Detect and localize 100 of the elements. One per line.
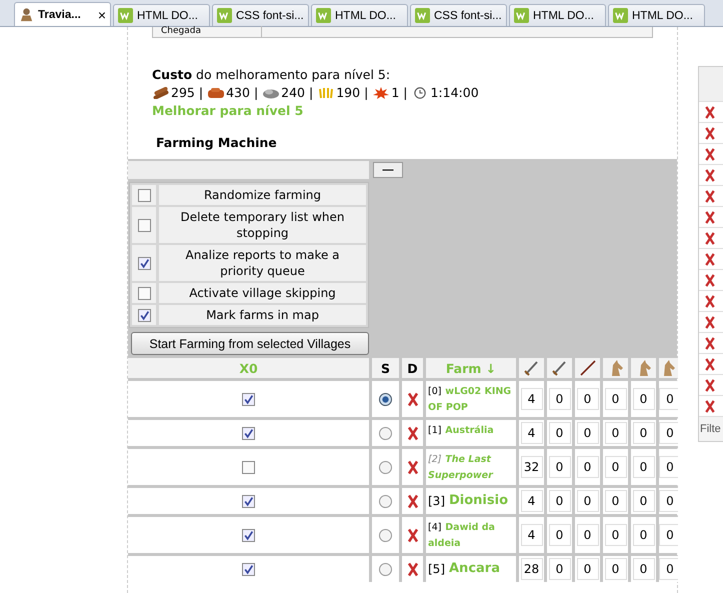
unit-count-field[interactable]: 28: [520, 558, 542, 580]
unit-count-field[interactable]: 4: [520, 524, 542, 546]
unit-count-field[interactable]: 0: [659, 490, 678, 512]
browser-tab[interactable]: HTML DO...: [509, 4, 606, 26]
unit-count-field[interactable]: 0: [576, 524, 598, 546]
resource-amount: 430: [226, 84, 250, 102]
unit-count-field[interactable]: 0: [632, 490, 654, 512]
delete-icon[interactable]: [406, 562, 418, 576]
radio-button[interactable]: [379, 460, 392, 474]
farm-link[interactable]: [1] Austrália: [426, 420, 516, 446]
checkbox[interactable]: [242, 494, 255, 508]
column-header: D: [402, 358, 423, 378]
delete-icon[interactable]: [406, 426, 418, 440]
wheat-icon: [317, 86, 336, 98]
unit-count-field[interactable]: 0: [604, 388, 626, 410]
option-label: Delete temporary list when stopping: [159, 207, 366, 243]
delete-icon[interactable]: [704, 294, 716, 308]
delete-icon[interactable]: [406, 392, 418, 406]
unit-count-field[interactable]: 0: [548, 558, 570, 580]
browser-tab[interactable]: HTML DO...: [113, 4, 210, 26]
unit-count-field[interactable]: 0: [632, 558, 654, 580]
unit-count-field[interactable]: 0: [659, 524, 678, 546]
unit-count-field[interactable]: 0: [548, 388, 570, 410]
resource-amount: 190: [336, 84, 360, 102]
unit-count-field[interactable]: 0: [604, 422, 626, 444]
checkbox[interactable]: [242, 426, 255, 440]
unit-count-field[interactable]: 0: [659, 422, 678, 444]
checkbox[interactable]: [138, 308, 150, 322]
unit-count-field[interactable]: 0: [548, 422, 570, 444]
delete-icon[interactable]: [406, 528, 418, 542]
checkbox[interactable]: [138, 256, 150, 270]
unit-count-field[interactable]: 0: [576, 422, 598, 444]
page-icon: [118, 8, 133, 23]
unit-count-field[interactable]: 0: [576, 388, 598, 410]
collapse-button[interactable]: —: [373, 162, 403, 178]
unit-count-field[interactable]: 4: [520, 422, 542, 444]
delete-icon[interactable]: [704, 316, 716, 328]
browser-tab[interactable]: CSS font-si...: [212, 4, 309, 26]
delete-icon[interactable]: [704, 252, 716, 266]
delete-icon[interactable]: [704, 126, 716, 140]
delete-icon[interactable]: [704, 400, 716, 412]
close-icon[interactable]: ×: [98, 6, 106, 22]
unit-count-field[interactable]: 32: [520, 456, 542, 478]
unit-count-field[interactable]: 0: [548, 490, 570, 512]
spear-icon: [578, 359, 596, 377]
unit-count-field[interactable]: 4: [520, 490, 542, 512]
radio-button[interactable]: [379, 392, 392, 406]
browser-tab[interactable]: HTML DO...: [311, 4, 408, 26]
unit-count-field[interactable]: 4: [520, 388, 542, 410]
unit-count-field[interactable]: 0: [632, 524, 654, 546]
unit-count-field[interactable]: 0: [632, 422, 654, 444]
option-label: Mark farms in map: [159, 305, 366, 325]
radio-button[interactable]: [379, 562, 392, 576]
delete-icon[interactable]: [704, 210, 716, 224]
checkbox[interactable]: [242, 528, 255, 542]
unit-count-field[interactable]: 0: [659, 558, 678, 580]
delete-icon[interactable]: [704, 148, 716, 160]
delete-icon[interactable]: [406, 460, 418, 474]
unit-count-field[interactable]: 0: [576, 490, 598, 512]
checkbox[interactable]: [138, 218, 150, 232]
unit-count-field[interactable]: 0: [604, 558, 626, 580]
start-button[interactable]: Start Farming from selected Villages: [131, 332, 369, 355]
unit-count-field[interactable]: 0: [548, 524, 570, 546]
checkbox[interactable]: [138, 188, 150, 202]
delete-icon[interactable]: [704, 274, 716, 286]
delete-icon[interactable]: [704, 358, 716, 370]
unit-count-field[interactable]: 0: [604, 456, 626, 478]
delete-icon[interactable]: [704, 190, 716, 202]
radio-button[interactable]: [379, 528, 392, 542]
unit-count-field[interactable]: 0: [604, 524, 626, 546]
farm-link[interactable]: [5] Ancara: [426, 556, 516, 582]
unit-count-field[interactable]: 0: [632, 456, 654, 478]
delete-icon[interactable]: [704, 378, 716, 392]
browser-tab[interactable]: Travia... ×: [14, 2, 111, 26]
delete-icon[interactable]: [704, 336, 716, 350]
checkbox[interactable]: [242, 460, 255, 474]
delete-icon[interactable]: [704, 106, 716, 118]
radio-button[interactable]: [379, 494, 392, 508]
browser-tab[interactable]: HTML DO...: [608, 4, 705, 26]
checkbox[interactable]: [138, 286, 150, 300]
unit-count-field[interactable]: 0: [548, 456, 570, 478]
radio-button[interactable]: [379, 426, 392, 440]
unit-count-field[interactable]: 0: [659, 388, 678, 410]
page-icon: [415, 8, 430, 23]
delete-icon[interactable]: [406, 494, 418, 508]
checkbox[interactable]: [242, 562, 255, 576]
unit-count-field[interactable]: 0: [576, 456, 598, 478]
checkbox[interactable]: [242, 392, 255, 406]
table-cell: Chegada: [153, 26, 262, 37]
unit-count-field[interactable]: 0: [659, 456, 678, 478]
delete-icon[interactable]: [704, 232, 716, 244]
page-icon: [613, 8, 628, 23]
delete-icon[interactable]: [704, 168, 716, 182]
unit-count-field[interactable]: 0: [576, 558, 598, 580]
unit-count-field[interactable]: 0: [632, 388, 654, 410]
farm-link[interactable]: [3] Dionisio: [426, 488, 516, 514]
unit-count-field[interactable]: 0: [604, 490, 626, 512]
farm-link[interactable]: [0] wLG02 KING OF POP: [426, 381, 516, 417]
browser-tab[interactable]: CSS font-si...: [410, 4, 507, 26]
farm-link[interactable]: [4] Dawid da aldeia: [426, 517, 516, 553]
